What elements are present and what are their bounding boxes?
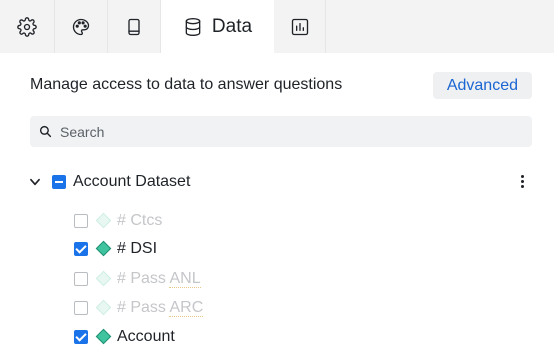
field-type-icon <box>95 299 112 316</box>
more-options-icon[interactable] <box>520 174 526 190</box>
dataset-checkbox[interactable] <box>52 175 66 189</box>
panel-description: Manage access to data to answer question… <box>30 76 343 93</box>
panel-header: Manage access to data to answer question… <box>30 72 532 99</box>
chevron-down-icon[interactable] <box>28 175 42 189</box>
search-icon <box>39 125 52 138</box>
field-row-account[interactable]: Account <box>74 326 374 348</box>
tab-appearance[interactable] <box>55 0 108 53</box>
field-type-icon <box>95 240 112 257</box>
tab-guide[interactable] <box>108 0 161 53</box>
field-row-ctcs[interactable]: # Ctcs <box>74 210 374 232</box>
field-checkbox[interactable] <box>74 301 88 315</box>
book-icon <box>128 18 140 35</box>
search-box <box>30 116 532 147</box>
dataset-row[interactable]: Account Dataset <box>28 170 532 194</box>
chart-icon <box>291 18 308 35</box>
field-checkbox[interactable] <box>74 214 88 228</box>
tab-data-label: Data <box>211 15 253 37</box>
advanced-button[interactable]: Advanced <box>432 72 532 99</box>
dataset-label: Account Dataset <box>73 173 191 190</box>
field-row-pass-anl[interactable]: # Pass ANL <box>74 268 374 290</box>
tab-chart[interactable] <box>274 0 326 53</box>
field-label: # Pass ARC <box>117 299 204 317</box>
field-type-icon <box>95 328 112 345</box>
field-checkbox[interactable] <box>74 330 88 344</box>
field-row-pass-arc[interactable]: # Pass ARC <box>74 297 374 319</box>
tab-bar: Data <box>0 0 554 53</box>
field-label: # DSI <box>117 240 158 257</box>
gear-icon <box>17 16 37 37</box>
tab-settings[interactable] <box>0 0 55 53</box>
field-label: # Ctcs <box>117 212 163 229</box>
field-label: # Pass ANL <box>117 270 201 288</box>
field-checkbox[interactable] <box>74 242 88 256</box>
palette-icon <box>72 18 90 35</box>
database-icon <box>185 17 201 36</box>
tab-data[interactable]: Data <box>161 0 274 53</box>
field-type-icon <box>95 270 112 287</box>
field-label: Account <box>117 328 175 345</box>
field-type-icon <box>95 212 112 229</box>
search-input[interactable] <box>60 116 520 147</box>
field-row-dsi[interactable]: # DSI <box>74 238 374 260</box>
field-checkbox[interactable] <box>74 272 88 286</box>
